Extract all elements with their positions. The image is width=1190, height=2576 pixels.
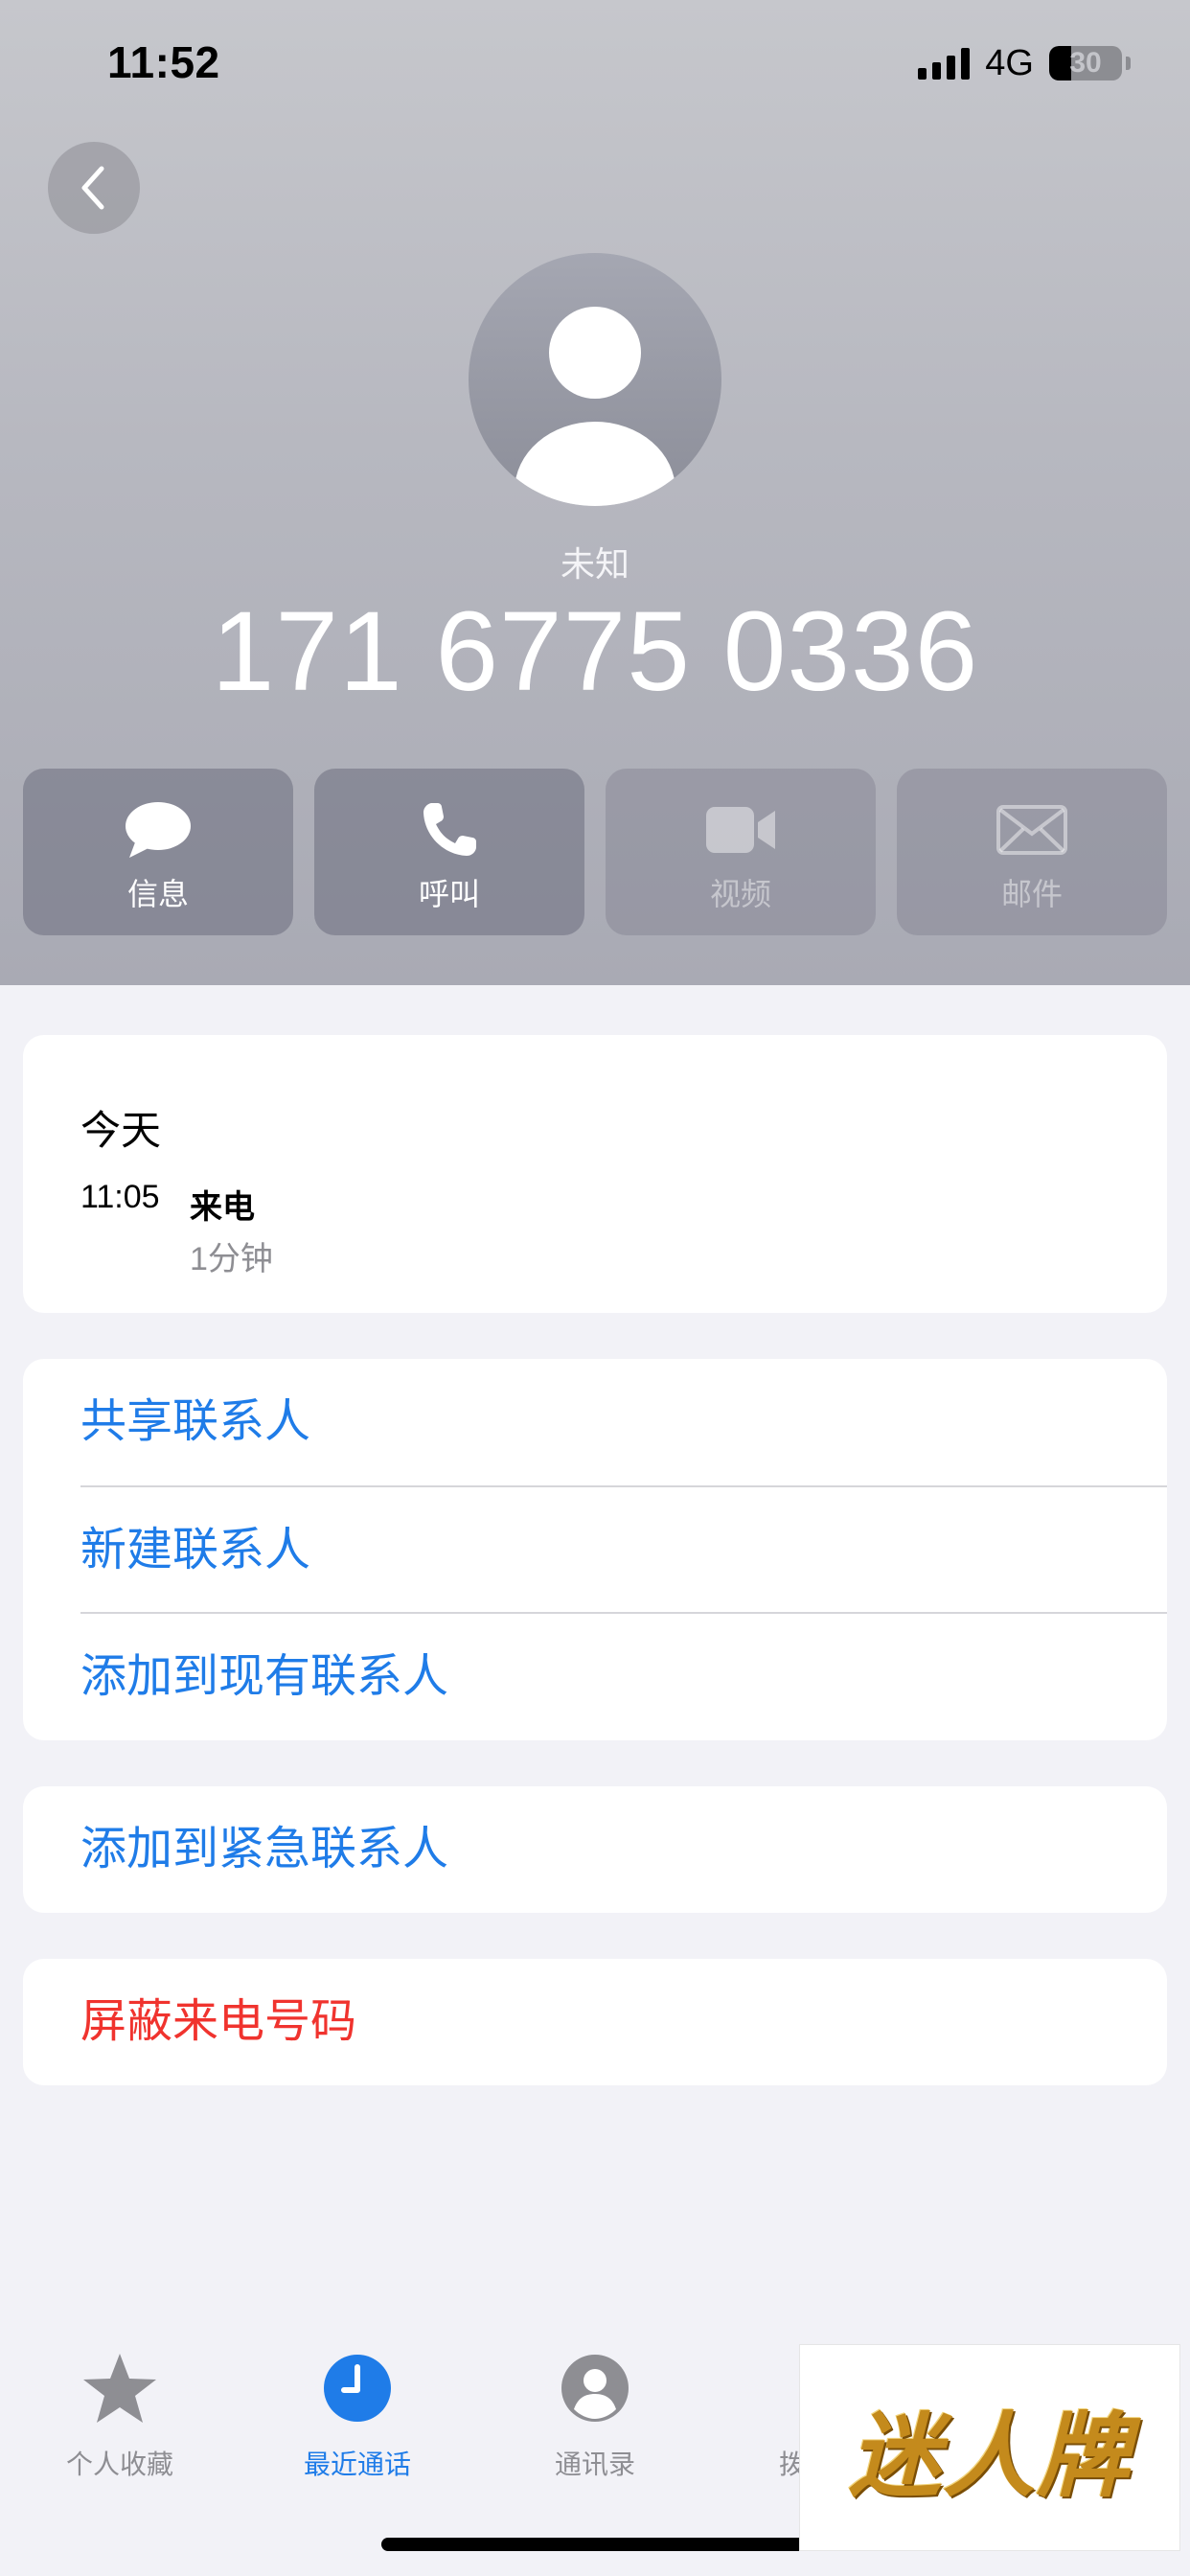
- cellular-signal-icon: [918, 47, 971, 80]
- new-contact-label: 新建联系人: [80, 1525, 311, 1576]
- message-button-label: 信息: [126, 877, 189, 911]
- call-button-label: 呼叫: [418, 877, 480, 911]
- add-emergency-contact-row[interactable]: 添加到紧急联系人: [23, 1786, 1167, 1913]
- call-history-card: 今天 11:05 来电 1分钟: [23, 1035, 1167, 1313]
- block-caller-card: 屏蔽来电号码: [23, 1959, 1167, 2085]
- star-icon: [83, 2354, 156, 2423]
- history-day: 今天: [80, 1108, 162, 1153]
- message-bubble-icon: [126, 802, 191, 858]
- block-caller-label: 屏蔽来电号码: [80, 1996, 357, 2047]
- clock-icon: [324, 2355, 391, 2422]
- contact-label: 未知: [560, 544, 629, 584]
- tab-contacts-label: 通讯录: [554, 2450, 635, 2479]
- history-time: 11:05: [80, 1179, 160, 1215]
- battery-icon: 30: [1049, 46, 1122, 80]
- status-indicators: 4G 30: [918, 42, 1131, 84]
- share-contact-row[interactable]: 共享联系人: [23, 1359, 1167, 1485]
- avatar: [469, 253, 721, 506]
- back-button[interactable]: [48, 142, 140, 234]
- add-to-existing-contact-row[interactable]: 添加到现有联系人: [23, 1614, 1167, 1740]
- call-button[interactable]: 呼叫: [314, 769, 584, 935]
- history-call-type: 来电: [190, 1189, 255, 1226]
- message-button[interactable]: 信息: [23, 769, 293, 935]
- phone-number[interactable]: 171 6775 0336: [0, 586, 1190, 717]
- contact-header: 11:52 4G 30 未知 171 6775 0336 信息 呼叫 视频 邮件: [0, 0, 1190, 985]
- status-time: 11:52: [107, 37, 220, 87]
- person-silhouette-icon: [515, 307, 675, 506]
- add-to-existing-contact-label: 添加到现有联系人: [80, 1651, 449, 1702]
- contact-actions-card: 共享联系人 新建联系人 添加到现有联系人: [23, 1359, 1167, 1740]
- watermark-logo: 迷人牌: [799, 2344, 1180, 2551]
- history-duration: 1分钟: [190, 1241, 273, 1277]
- share-contact-label: 共享联系人: [80, 1396, 311, 1447]
- battery-level: 30: [1069, 47, 1102, 79]
- video-button-label: 视频: [709, 877, 771, 911]
- home-indicator[interactable]: [381, 2538, 809, 2551]
- network-type: 4G: [985, 42, 1034, 83]
- video-camera-icon: [706, 807, 775, 853]
- tab-recents-label: 最近通话: [303, 2450, 411, 2479]
- watermark-text: 迷人牌: [849, 2401, 1131, 2510]
- status-bar: 11:52 4G 30: [0, 0, 1190, 125]
- chevron-left-icon: [81, 166, 104, 210]
- phone-icon: [423, 803, 476, 856]
- video-button[interactable]: 视频: [606, 769, 876, 935]
- mail-button[interactable]: 邮件: [897, 769, 1167, 935]
- tab-favorites-label: 个人收藏: [65, 2450, 173, 2479]
- mail-button-label: 邮件: [1000, 877, 1063, 911]
- tab-contacts[interactable]: 通讯录: [475, 2319, 715, 2492]
- new-contact-row[interactable]: 新建联系人: [23, 1487, 1167, 1614]
- person-circle-icon: [561, 2355, 629, 2422]
- tab-recents[interactable]: 最近通话: [238, 2319, 477, 2492]
- envelope-icon: [996, 805, 1067, 855]
- add-emergency-contact-label: 添加到紧急联系人: [80, 1824, 449, 1874]
- tab-favorites[interactable]: 个人收藏: [0, 2319, 240, 2492]
- battery-cap: [1126, 57, 1131, 70]
- block-caller-row[interactable]: 屏蔽来电号码: [23, 1959, 1167, 2085]
- emergency-contact-card: 添加到紧急联系人: [23, 1786, 1167, 1913]
